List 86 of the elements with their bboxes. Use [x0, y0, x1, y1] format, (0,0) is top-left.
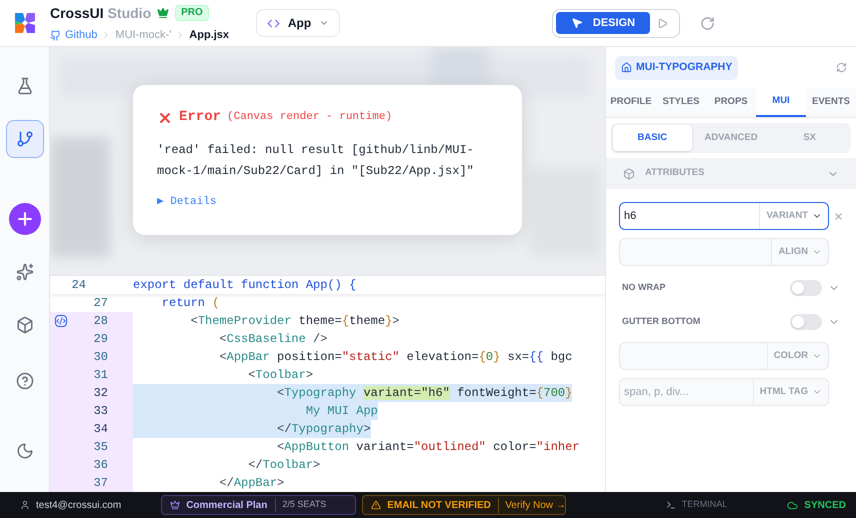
- code-line: <ThemeProvider theme={theme}>: [190, 313, 400, 330]
- select-field[interactable]: COLOR: [619, 342, 829, 370]
- line-number: 24: [70, 277, 87, 294]
- error-title: Error: [179, 108, 222, 127]
- error-message: 'read' failed: null result [github/linb/MUI-mock-1/main/Sub22/Card] in "[Sub22/App.jsx]": [157, 142, 475, 180]
- line-number: 31: [92, 367, 108, 384]
- play-icon: [656, 18, 668, 28]
- user-email: test4@crossui.com: [36, 498, 122, 512]
- code-line: <Toolbar>: [247, 367, 314, 384]
- component-picker[interactable]: App: [256, 9, 340, 37]
- line-number: 35: [92, 439, 108, 456]
- breadcrumb-link[interactable]: MUI-mock-': [115, 26, 172, 44]
- select-label: ALIGN: [778, 244, 808, 259]
- breadcrumb-link[interactable]: Github: [65, 26, 98, 44]
- toggle-switch[interactable]: [790, 280, 822, 296]
- code-line: </Toolbar>: [247, 457, 320, 474]
- design-mode-button[interactable]: DESIGN: [556, 12, 650, 34]
- terminal-button[interactable]: TERMINAL: [682, 498, 728, 512]
- user-icon: [20, 500, 30, 510]
- cursor-icon: [570, 17, 583, 29]
- clear-icon[interactable]: [833, 210, 844, 222]
- details-toggle[interactable]: ▶ Details: [157, 194, 498, 210]
- switch-label: GUTTER BOTTOM: [622, 315, 702, 328]
- seat-count: 2/5 SEATS: [275, 498, 326, 512]
- cloud-icon: [787, 500, 798, 510]
- plan-name: Commercial Plan: [186, 498, 268, 512]
- terminal-icon[interactable]: [666, 500, 676, 510]
- line-number: 30: [92, 349, 108, 366]
- verify-link[interactable]: Verify Now →: [498, 498, 566, 512]
- inspector-tab[interactable]: STYLES: [656, 88, 706, 117]
- refresh-icon[interactable]: [836, 62, 847, 73]
- inspector-tab[interactable]: MUI: [756, 88, 806, 117]
- box-icon: [16, 316, 34, 334]
- warning-text: EMAIL NOT VERIFIED: [387, 498, 491, 512]
- select-label: COLOR: [774, 348, 808, 363]
- line-number: 36: [92, 457, 108, 474]
- line-number: 28: [92, 313, 108, 330]
- breadcrumb-link[interactable]: App.jsx: [189, 26, 230, 44]
- app-title: CrossUI Studio: [50, 4, 152, 23]
- code-badge-icon[interactable]: [55, 315, 67, 327]
- code-icon: [266, 16, 280, 30]
- toggle-switch[interactable]: [790, 314, 822, 330]
- code-line: <CssBaseline />: [218, 331, 328, 348]
- crown-icon: [157, 7, 170, 20]
- inspector-tab[interactable]: PROFILE: [606, 88, 656, 117]
- code-line: <AppBar position="static" elevation={0} sx={{ bgc: [218, 349, 572, 366]
- inspector-tab[interactable]: EVENTS: [806, 88, 856, 117]
- error-context: (Canvas render - runtime): [227, 110, 392, 126]
- crown-icon: [170, 500, 180, 510]
- warning-icon: [371, 500, 382, 510]
- plan-badge[interactable]: Commercial Plan 2/5 SEATS: [161, 495, 356, 515]
- select-label: HTML TAG: [760, 384, 808, 399]
- reload-icon[interactable]: [700, 16, 715, 30]
- inspector-tab[interactable]: PROPS: [706, 88, 756, 117]
- help-icon: [16, 372, 34, 390]
- select-field[interactable]: ALIGN: [619, 238, 829, 266]
- branch-icon: [16, 130, 34, 148]
- pro-badge: PRO: [175, 5, 209, 22]
- text-input[interactable]: h6: [620, 203, 760, 229]
- box-icon: [623, 168, 635, 180]
- line-number: 32: [92, 385, 108, 402]
- home-icon: [621, 62, 632, 73]
- line-number: 27: [92, 295, 108, 312]
- sync-status: SYNCED: [804, 498, 846, 512]
- line-number: 34: [92, 421, 108, 438]
- sparkles-icon: [16, 263, 34, 281]
- component-name: MUI-TYPOGRAPHY: [636, 60, 732, 75]
- line-number: 29: [92, 331, 108, 348]
- moon-icon: [16, 442, 34, 460]
- code-line: </AppBar>: [218, 475, 284, 492]
- logo-icon: [12, 10, 38, 36]
- flask-icon: [16, 77, 34, 95]
- switch-label: NO WRAP: [622, 281, 666, 294]
- select-field[interactable]: span, p, div... HTML TAG: [619, 378, 829, 406]
- github-icon: [50, 30, 61, 40]
- segment-tab[interactable]: BASIC: [613, 125, 692, 151]
- select-field[interactable]: h6 VARIANT: [619, 202, 829, 230]
- select-label: VARIANT: [766, 208, 808, 223]
- add-button[interactable]: [8, 203, 40, 235]
- text-input[interactable]: span, p, div...: [620, 379, 753, 405]
- line-number: 37: [92, 475, 108, 492]
- code-line: export default function App() {: [133, 277, 356, 294]
- code-line: return (: [160, 295, 220, 312]
- line-number: 33: [92, 403, 108, 420]
- rail-button[interactable]: [6, 120, 44, 158]
- code-line: <AppButton variant="outlined" color="inher: [276, 439, 580, 456]
